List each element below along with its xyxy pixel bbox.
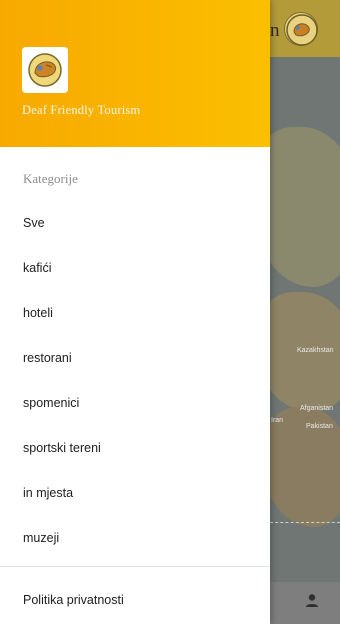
map-label: Afganistan — [300, 405, 334, 412]
drawer-header: Deaf Friendly Tourism — [0, 0, 270, 147]
menu-item-kafici[interactable]: kafići — [23, 261, 51, 275]
menu-item-sportski-tereni[interactable]: sportski tereni — [23, 441, 101, 455]
menu-item-restorani[interactable]: restorani — [23, 351, 72, 365]
menu-item-muzeji[interactable]: muzeji — [23, 531, 59, 545]
map-label: Pakistan — [306, 423, 333, 430]
menu-item-spomenici[interactable]: spomenici — [23, 396, 79, 410]
person-icon[interactable] — [303, 592, 321, 610]
menu-item-sve[interactable]: Sve — [23, 216, 45, 230]
app-title: Deaf Friendly Tourism — [22, 103, 141, 117]
hand-logo-icon — [22, 47, 68, 93]
map-label: Kazakhstan — [297, 347, 334, 354]
map-label: Iran — [271, 417, 284, 424]
categories-heading: Kategorije — [23, 171, 78, 186]
toolbar-title: n — [270, 20, 280, 41]
menu-item-privacy-policy[interactable]: Politika privatnosti — [23, 593, 124, 607]
map-border-line — [270, 522, 340, 523]
navigation-drawer: Deaf Friendly Tourism Kategorije Sve kaf… — [0, 0, 270, 624]
divider — [0, 566, 270, 567]
menu-item-in-mjesta[interactable]: in mjesta — [23, 486, 73, 500]
hand-logo-icon[interactable] — [284, 12, 318, 46]
menu-item-hoteli[interactable]: hoteli — [23, 306, 53, 320]
